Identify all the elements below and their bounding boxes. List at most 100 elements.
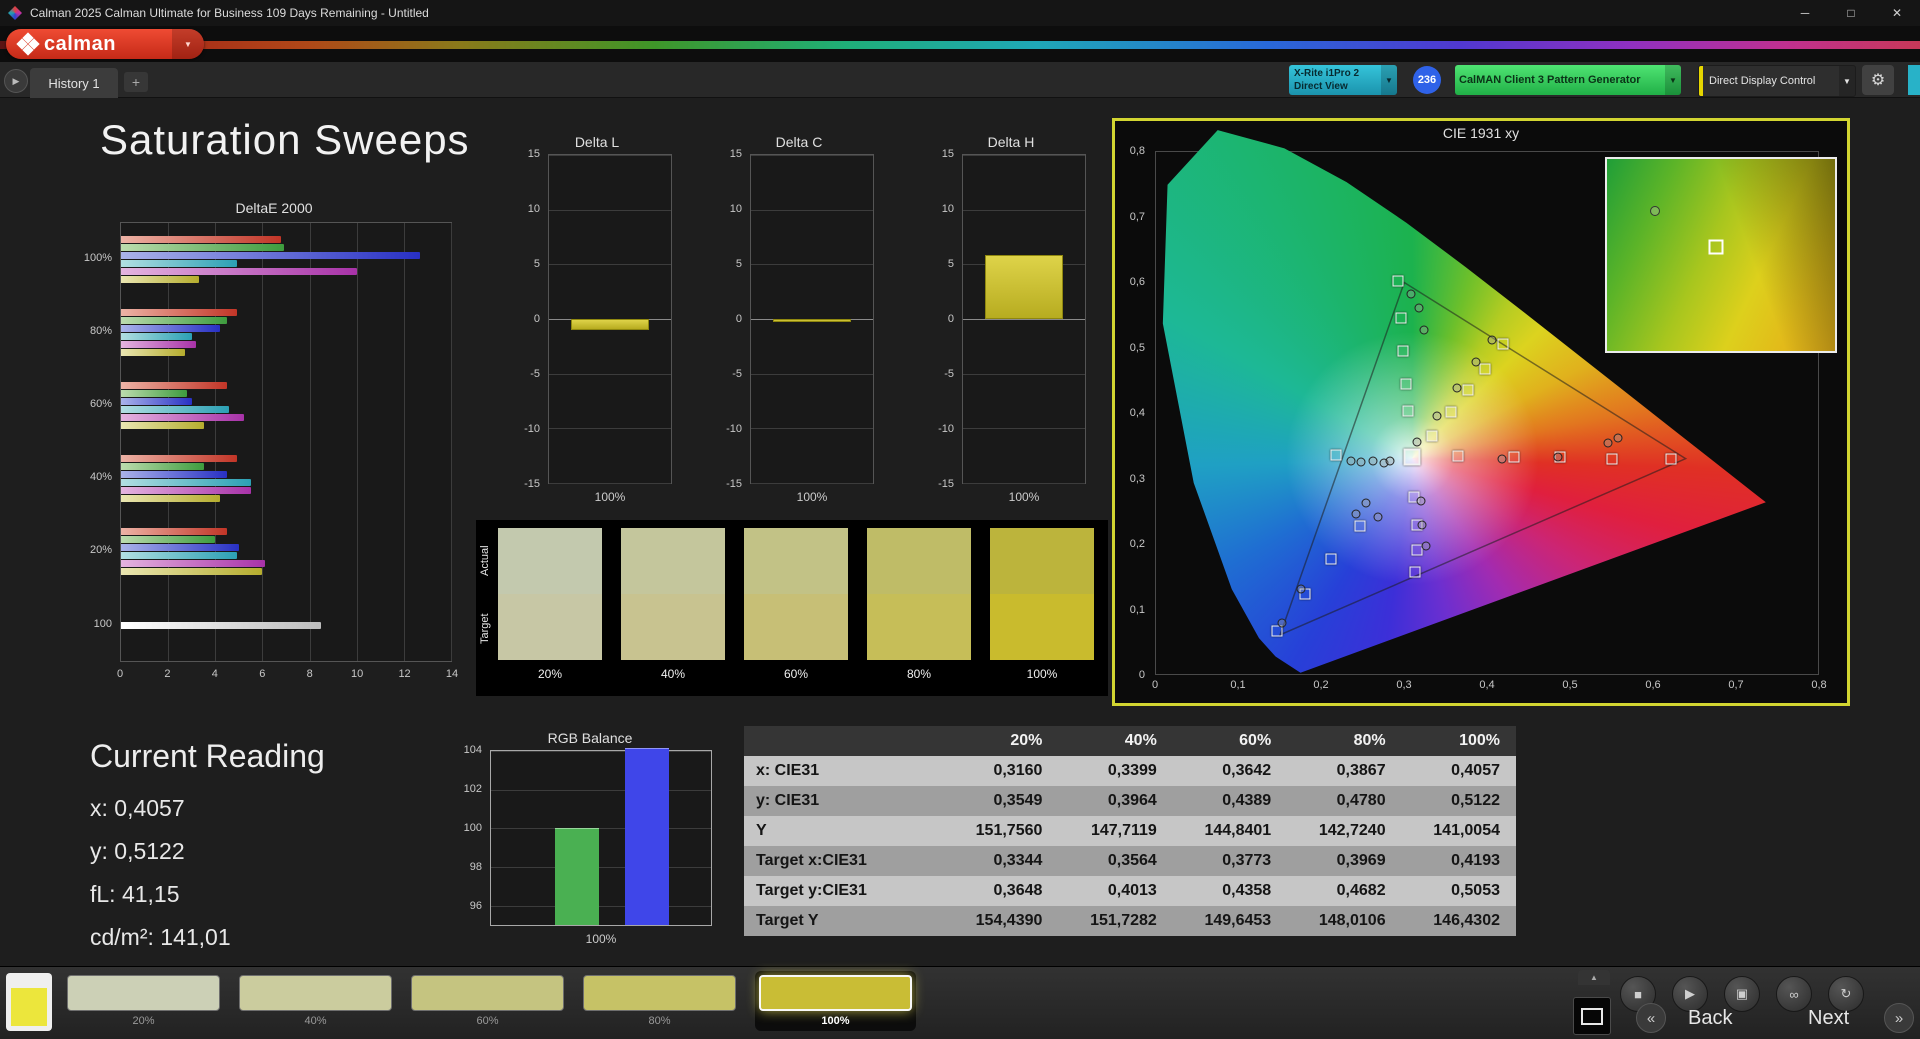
axis-tick-label: 0,7	[1129, 210, 1145, 223]
pattern-window-button[interactable]	[1573, 997, 1611, 1035]
deltae-bar-green	[121, 389, 187, 397]
table-value: 142,7240	[1318, 822, 1386, 839]
window-title: Calman 2025 Calman Ultimate for Business…	[30, 6, 429, 20]
axis-tick-label: 0,4	[1129, 407, 1145, 419]
deltae-bar-red	[121, 527, 228, 535]
table-header-row: 20% 40% 60% 80% 100%	[744, 726, 1516, 756]
inset-target-square	[1708, 239, 1724, 255]
gridline	[751, 483, 873, 484]
cie-target-square	[1397, 345, 1409, 357]
table-value: 149,6453	[1204, 912, 1272, 929]
gridline	[751, 373, 873, 375]
deltae-bar-blue	[121, 470, 228, 478]
deltae-bar-cyan	[121, 405, 230, 413]
gridline	[356, 223, 358, 661]
axis-tick-label: 12	[398, 668, 411, 680]
table-value: 0,3160	[993, 762, 1043, 779]
axis-tick-label: 0,7	[1728, 679, 1744, 691]
calman-logo-text: calman	[44, 32, 116, 55]
toolbar-overflow-button[interactable]	[1908, 65, 1920, 95]
table-row: y: CIE31 0,3549 0,3964 0,4389 0,4780 0,5122	[744, 786, 1516, 816]
row-label: Target y:CIE31	[756, 882, 867, 899]
display-control-dropdown[interactable]: Direct Display Control ▼	[1698, 65, 1856, 97]
axis-tick-label: 8	[306, 668, 313, 680]
axis-tick-label: 100%	[594, 490, 626, 504]
table-row: Target Y 154,4390 151,7282 149,6453 148,0106…	[744, 906, 1516, 936]
axis-tick-label: 102	[463, 783, 482, 796]
patch-column-label: 60%	[783, 667, 809, 681]
patch-button-80[interactable]: 80%	[583, 975, 736, 1027]
measurement-count-badge[interactable]: 236	[1413, 66, 1441, 94]
cie-measured-dot	[1361, 498, 1371, 508]
patch-button-40[interactable]: 40%	[239, 975, 392, 1027]
next-arrow-button[interactable]: »	[1884, 1003, 1914, 1033]
cie-measured-dot	[1432, 411, 1442, 421]
gridline	[963, 209, 1085, 211]
deltae-bar-white	[121, 621, 322, 629]
deltae-bar-magenta	[121, 267, 357, 275]
patch-button-20[interactable]: 20%	[67, 975, 220, 1027]
patch-swatch	[411, 975, 564, 1011]
pattern-generator-dropdown[interactable]: CalMAN Client 3 Pattern Generator ▼	[1455, 65, 1681, 95]
collapse-panel-button[interactable]: ▲	[1578, 970, 1610, 985]
gridline	[491, 905, 711, 907]
axis-tick-label: 0,3	[1129, 472, 1145, 485]
deltae-bar-blue	[121, 324, 220, 332]
bottom-bar: 20% 40% 60% 80% 100% ▲ ■ ▶ ▣ ∞ ↻ « Back Next »	[0, 966, 1920, 1039]
cie-measured-dot	[1553, 452, 1563, 462]
delta-l-plot-area	[548, 154, 672, 484]
tab-scroll-button[interactable]: ▶	[4, 69, 28, 93]
table-value: 0,5122	[1451, 792, 1500, 809]
deltae-x-axis: 0 2 4 6 8 10 12 14	[116, 668, 458, 684]
axis-tick-label: 0,6	[1645, 679, 1661, 691]
current-reading-title: Current Reading	[90, 738, 325, 774]
maximize-button[interactable]: □	[1828, 0, 1874, 26]
gridline	[549, 373, 671, 375]
gridline	[309, 223, 311, 661]
axis-tick-label: 0	[116, 668, 124, 680]
add-tab-button[interactable]: +	[124, 72, 148, 92]
tab-history-1[interactable]: History 1	[30, 68, 118, 98]
minimize-button[interactable]: ─	[1782, 0, 1828, 26]
deltae-bar-green	[121, 243, 284, 251]
target-patch	[744, 594, 848, 660]
deltae-bar-yellow	[121, 275, 199, 283]
inset-shade	[1607, 159, 1835, 351]
cie-measured-dot	[1414, 303, 1424, 313]
table-value: 0,3399	[1107, 762, 1157, 779]
gridline	[751, 264, 873, 266]
settings-gear-button[interactable]: ⚙	[1862, 65, 1894, 95]
reading-cdm2: cd/m²: 141,01	[90, 924, 231, 950]
calman-menu-button[interactable]: calman ▼	[6, 29, 204, 59]
deltae-bar-red	[121, 381, 228, 389]
workspace: Saturation Sweeps DeltaE 2000 100% 80% 60%…	[0, 98, 1920, 966]
next-button[interactable]: Next	[1808, 1007, 1849, 1030]
axis-tick-label: 20%	[89, 544, 112, 556]
gridline	[168, 223, 170, 661]
patch-button-60[interactable]: 60%	[411, 975, 564, 1027]
link-button[interactable]: ∞	[1776, 976, 1812, 1012]
patch-button-100[interactable]: 100%	[755, 971, 916, 1031]
row-label: Target x:CIE31	[756, 852, 867, 869]
rgb-y-axis: 104 102 100 98 96	[454, 744, 488, 926]
meter-dropdown[interactable]: X-Rite i1Pro 2 Direct View ▼	[1289, 65, 1397, 95]
delta-l-y-axis: 15 10 5 0 -5 -10 -15	[512, 148, 546, 490]
back-button[interactable]: Back	[1688, 1007, 1732, 1030]
delta-h-y-axis: 15 10 5 0 -5 -10 -15	[926, 148, 960, 490]
cie-zoom-inset	[1605, 157, 1837, 353]
axis-tick-label: 0,1	[1230, 679, 1246, 691]
back-arrow-button[interactable]: «	[1636, 1003, 1666, 1033]
axis-tick-label: 100%	[1008, 490, 1040, 504]
actual-patch	[990, 528, 1094, 594]
deltae-bar-cyan	[121, 551, 237, 559]
axis-tick-label: 0,6	[1129, 276, 1145, 288]
table-value: 0,3969	[1336, 852, 1386, 869]
axis-tick-label: 10	[351, 668, 364, 680]
deltae-bar-green	[121, 316, 228, 324]
axis-tick-label: 0	[1138, 669, 1145, 681]
page-title: Saturation Sweeps	[100, 116, 470, 163]
delta-c-chart: Delta C 15 10 5 0 -5 -10 -15 100%	[714, 130, 884, 504]
patch-column-label: 100%	[1026, 667, 1058, 681]
table-corner-cell	[744, 726, 944, 756]
close-button[interactable]: ✕	[1874, 0, 1920, 26]
